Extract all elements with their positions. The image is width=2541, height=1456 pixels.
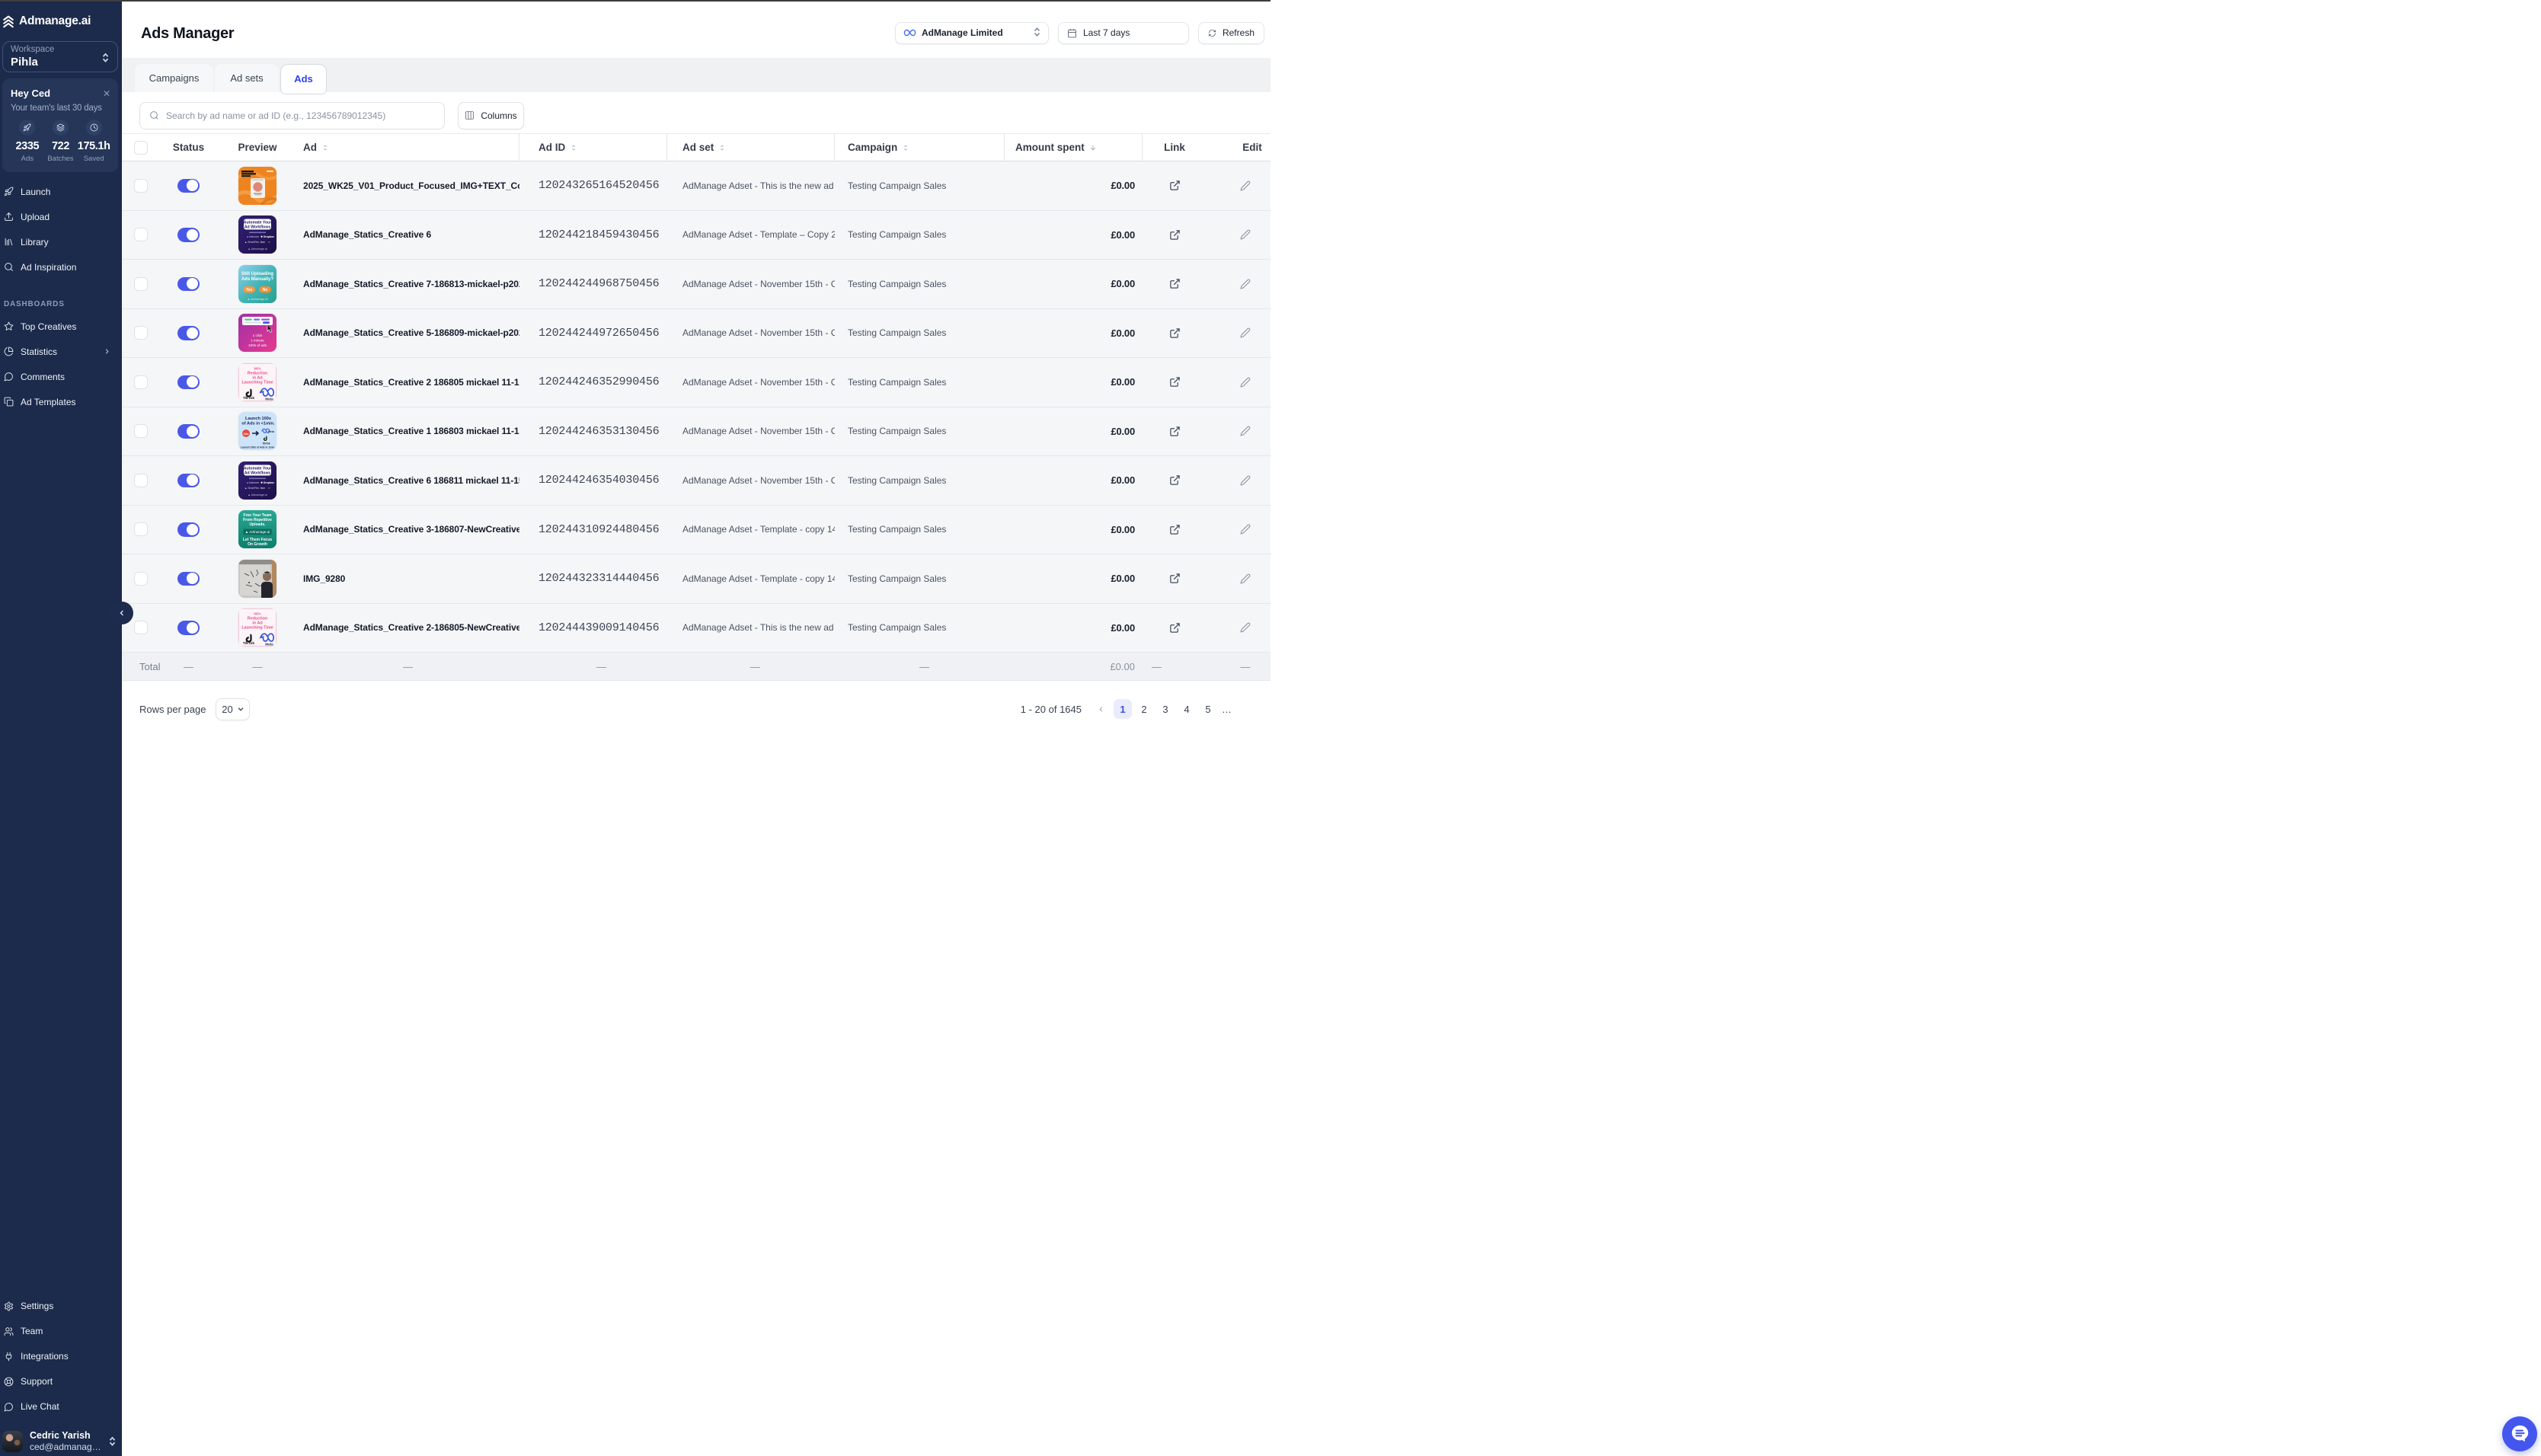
svg-text:96%: 96%: [254, 366, 260, 370]
svg-text:Meta: Meta: [265, 397, 273, 401]
svg-text:Launching Time: Launching Time: [241, 626, 273, 631]
svg-text:❖ Dropbox: ❖ Dropbox: [260, 481, 274, 484]
svg-text:Ads Manually?: Ads Manually?: [241, 277, 274, 282]
svg-text:box: box: [260, 487, 265, 490]
svg-text:of Ads in <1min.: of Ads in <1min.: [241, 422, 275, 426]
svg-text:No: No: [263, 288, 268, 292]
svg-text:▲ SmartRec: ▲ SmartRec: [245, 241, 260, 244]
svg-text:▲ Admanage.ai: ▲ Admanage.ai: [248, 493, 267, 497]
svg-text:Launch 100s of Ads in 1min: Launch 100s of Ads in 1min: [241, 446, 275, 449]
svg-text:On Growth: On Growth: [248, 542, 267, 547]
svg-text:▲ Admanage.ai: ▲ Admanage.ai: [245, 530, 270, 534]
svg-text:Yes: Yes: [246, 288, 253, 292]
svg-text:❖ Dropbox: ❖ Dropbox: [260, 235, 274, 238]
svg-text:▲ SmartRec: ▲ SmartRec: [245, 487, 260, 490]
svg-text:Uploads.: Uploads.: [249, 522, 266, 527]
svg-text:Still Uploading: Still Uploading: [241, 272, 273, 276]
svg-text:1 click: 1 click: [253, 334, 263, 337]
svg-text:1 minute: 1 minute: [251, 339, 264, 343]
svg-text:Launch 100s: Launch 100s: [245, 417, 271, 421]
svg-text:TikTok: TikTok: [263, 442, 270, 445]
svg-text:12x: 12x: [244, 432, 249, 436]
svg-text:Ad Workflows: Ad Workflows: [245, 471, 271, 475]
svg-text:Meta: Meta: [265, 643, 273, 647]
svg-text:Ad Workflows: Ad Workflows: [245, 225, 271, 230]
svg-text:box: box: [260, 241, 265, 244]
svg-text:● Intercom: ● Intercom: [247, 481, 259, 484]
svg-text:100s of ads: 100s of ads: [248, 343, 267, 347]
svg-text:▲ Admanage.ai: ▲ Admanage.ai: [248, 298, 268, 301]
svg-text:Meta: Meta: [268, 430, 274, 433]
svg-text:TikTok: TikTok: [243, 396, 254, 401]
svg-text:Launching Time: Launching Time: [241, 380, 273, 385]
svg-text:▲ Admanage.ai: ▲ Admanage.ai: [248, 247, 267, 251]
svg-text:● Intercom: ● Intercom: [247, 235, 259, 238]
svg-text:TikTok: TikTok: [243, 641, 254, 646]
svg-text:96%: 96%: [254, 612, 260, 616]
